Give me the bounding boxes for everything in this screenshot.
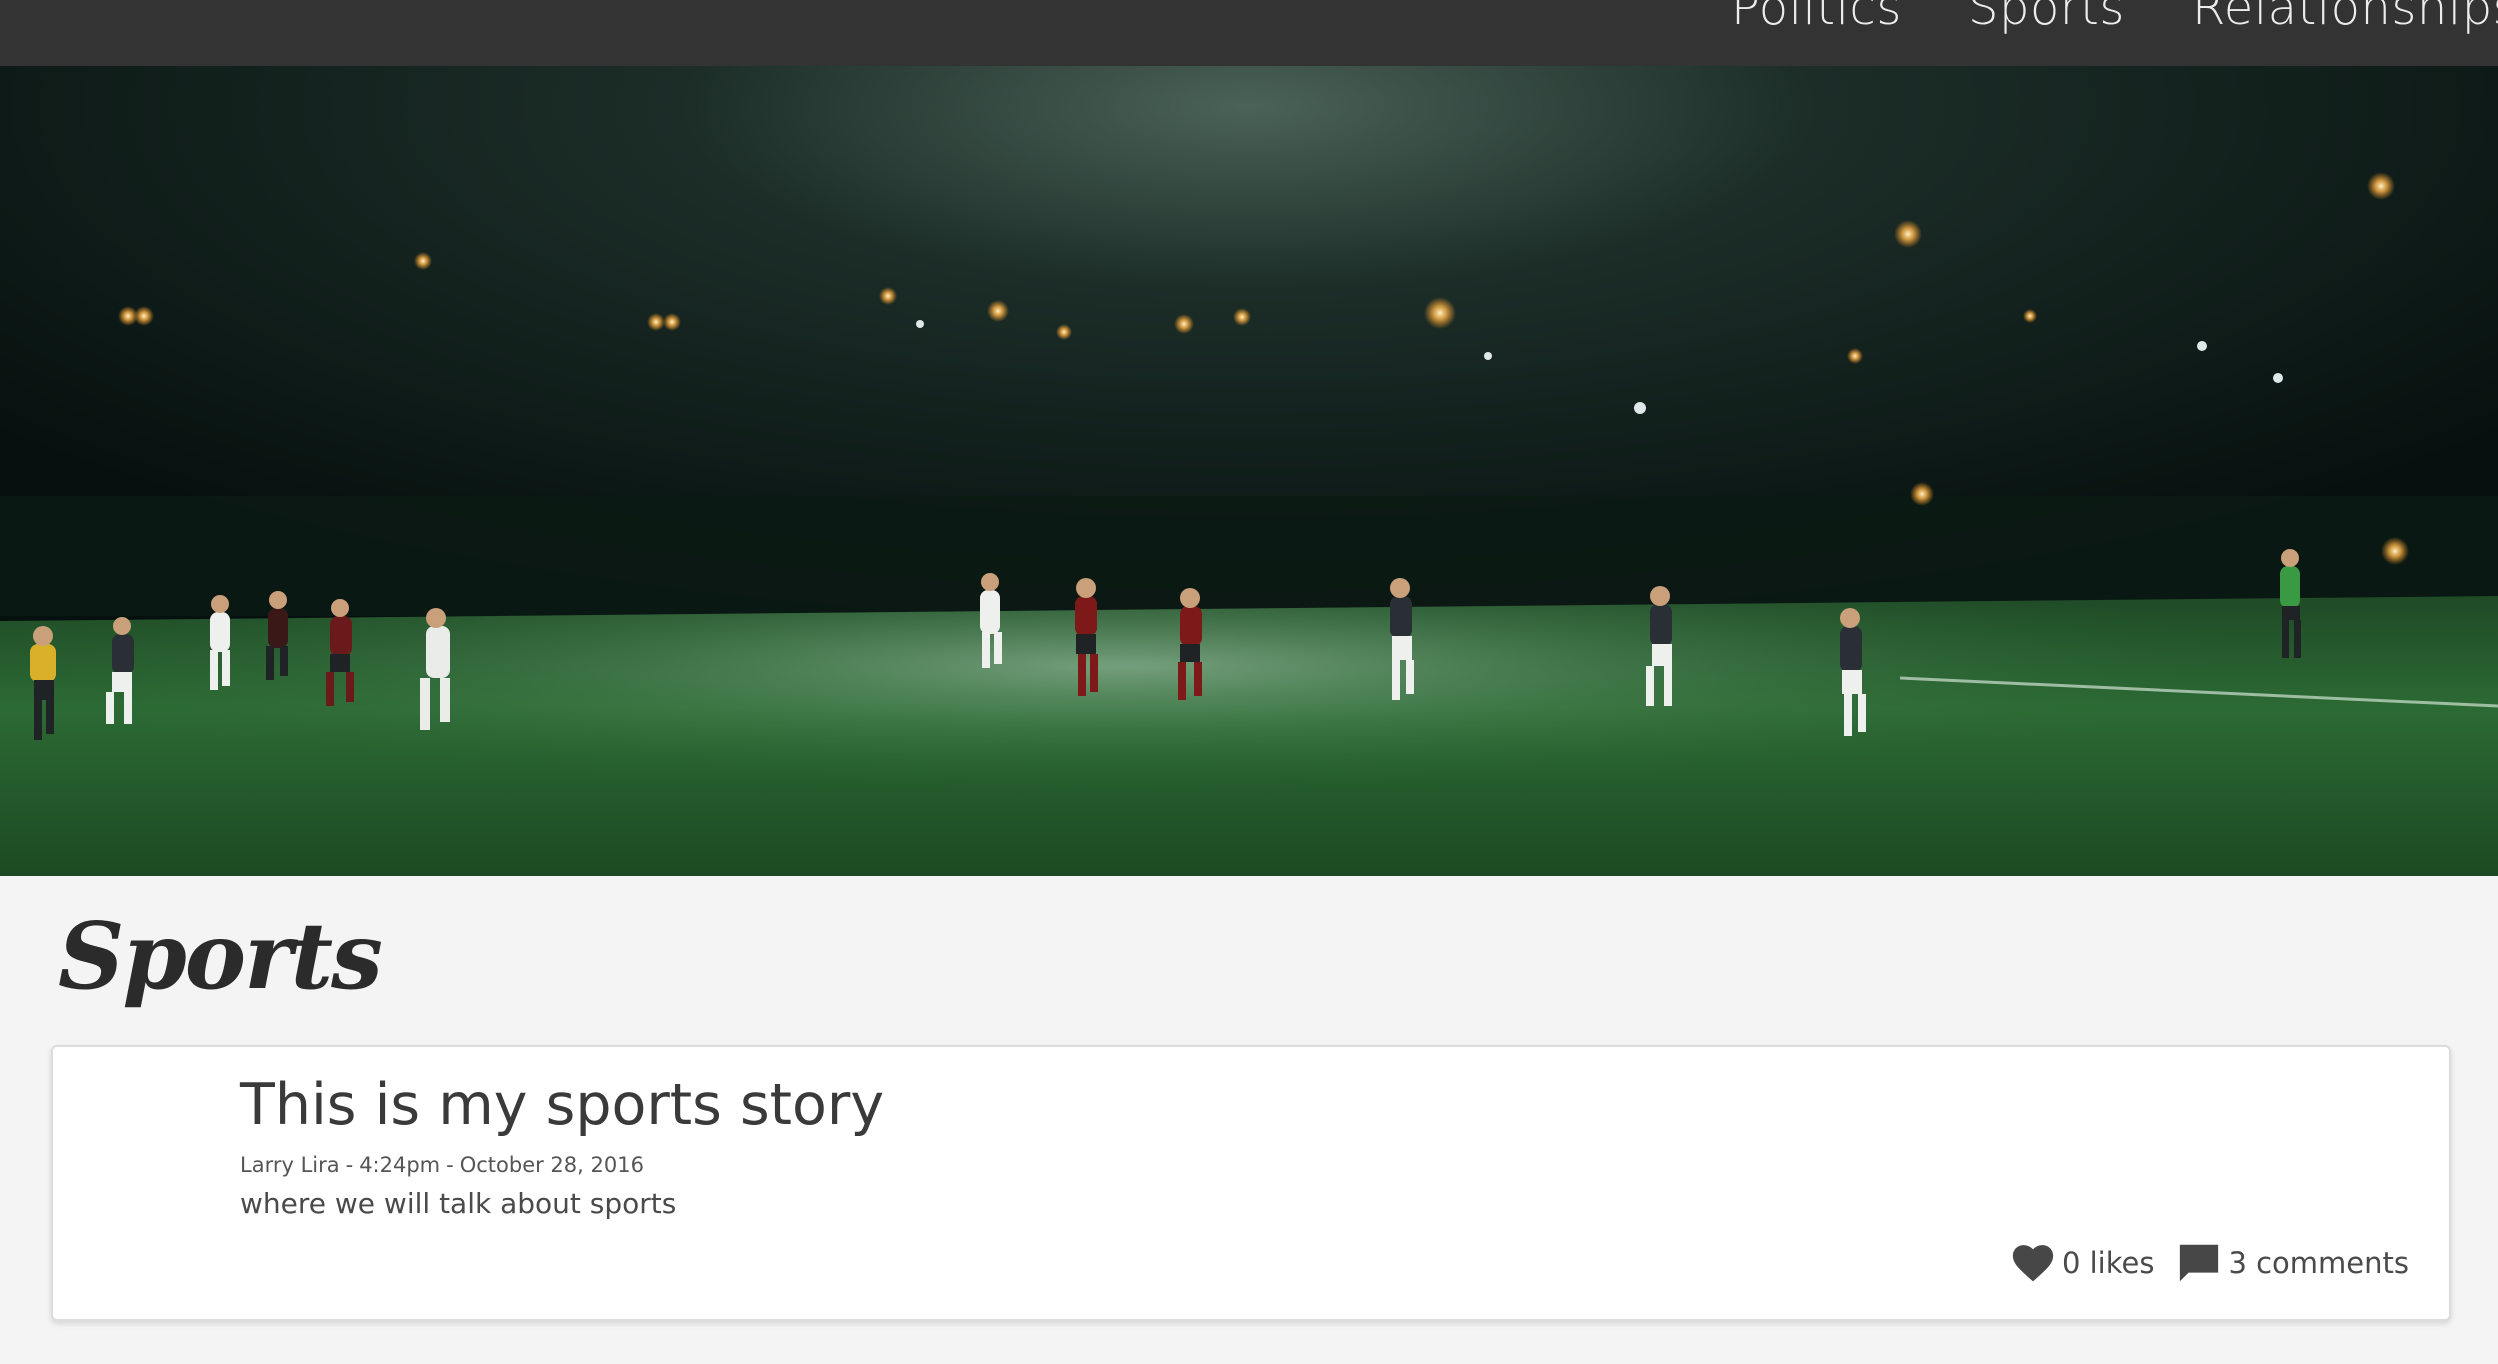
comment-bubble-icon (2180, 1244, 2219, 1282)
section-heading: Sports (58, 902, 383, 1010)
nav-link-politics[interactable]: Politics (1731, 0, 1902, 32)
post-meta: Larry Lira -4:24pm - October 28, 2016 (240, 1155, 644, 1176)
top-navigation-bar: Politics Sports Relationships (0, 0, 2498, 66)
comments-count: 3 comments (2228, 1246, 2409, 1280)
hero-banner-image (0, 66, 2498, 876)
likes-count: 0 likes (2061, 1246, 2155, 1280)
post-excerpt: where we will talk about sports (240, 1187, 677, 1220)
nav-link-sports[interactable]: Sports (1968, 0, 2125, 32)
heart-icon (2012, 1245, 2054, 1282)
meta-separator: - (345, 1153, 354, 1177)
post-date: October 28, 2016 (459, 1153, 644, 1177)
meta-separator-2: - (446, 1153, 454, 1177)
likes-button[interactable]: 0 likes (2012, 1243, 2155, 1283)
post-time: 4:24pm (359, 1153, 441, 1177)
nav-link-relationships[interactable]: Relationships (2192, 0, 2498, 32)
post-author[interactable]: Larry Lira (240, 1153, 340, 1177)
night-soccer-photo (0, 66, 2498, 876)
comments-button[interactable]: 3 comments (2178, 1243, 2409, 1283)
post-card[interactable]: This is my sports story Larry Lira -4:24p… (51, 1045, 2451, 1321)
post-title[interactable]: This is my sports story (240, 1077, 884, 1134)
post-actions: 0 likes 3 comments (2012, 1243, 2409, 1283)
